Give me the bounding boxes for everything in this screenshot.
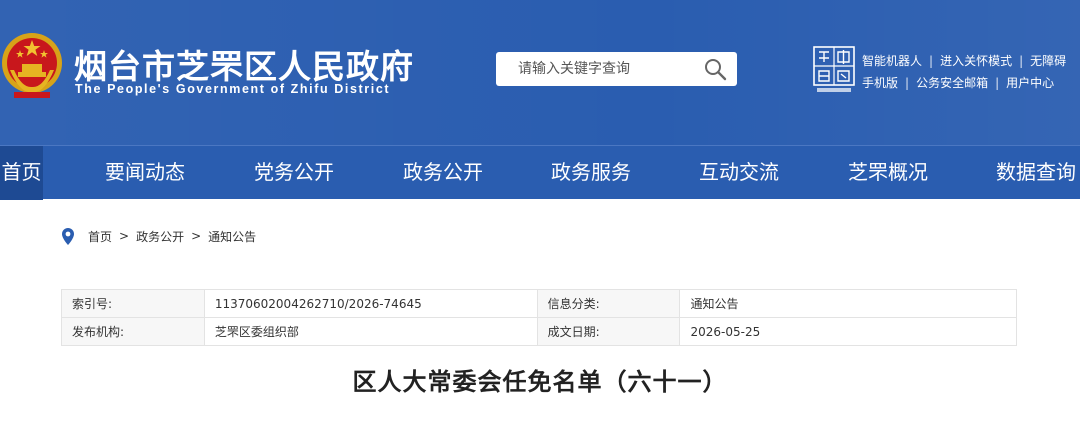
breadcrumb-home[interactable]: 首页 — [88, 228, 112, 245]
search-icon[interactable] — [703, 57, 729, 81]
nav-zhifu-overview[interactable]: 芝罘概况 — [838, 146, 938, 200]
main-nav: 首页 要闻动态 党务公开 政务公开 政务服务 互动交流 芝罘概况 数据查询 — [0, 145, 1080, 200]
user-center-link[interactable]: 用户中心 — [1006, 73, 1054, 93]
breadcrumb-notices[interactable]: 通知公告 — [208, 228, 256, 245]
top-links-row-2: 手机版 | 公务安全邮箱 | 用户中心 — [862, 72, 1080, 94]
breadcrumb-separator: > — [191, 229, 202, 243]
publisher-value: 芝罘区委组织部 — [203, 317, 538, 346]
info-table: 索引号: 11370602004262710/2026-74645 信息分类: … — [61, 289, 1017, 346]
nav-news[interactable]: 要闻动态 — [95, 146, 195, 200]
table-row: 索引号: 11370602004262710/2026-74645 信息分类: … — [61, 289, 1017, 318]
national-emblem-icon[interactable] — [0, 30, 64, 100]
nav-government-affairs[interactable]: 政务公开 — [393, 146, 493, 200]
accessibility-link[interactable]: 无障碍 — [1030, 51, 1066, 71]
nav-interaction[interactable]: 互动交流 — [689, 146, 789, 200]
smart-robot-link[interactable]: 智能机器人 — [862, 51, 922, 71]
search-box — [496, 52, 737, 86]
index-number-label: 索引号: — [61, 289, 205, 318]
top-links-row-1: 智能机器人 | 进入关怀模式 | 无障碍 — [862, 50, 1080, 72]
secure-mail-link[interactable]: 公务安全邮箱 — [916, 73, 988, 93]
publisher-label: 发布机构: — [61, 317, 205, 346]
nav-home[interactable]: 首页 — [0, 146, 43, 200]
care-mode-link[interactable]: 进入关怀模式 — [940, 51, 1012, 71]
breadcrumb-government-affairs[interactable]: 政务公开 — [136, 228, 184, 245]
nav-party-affairs[interactable]: 党务公开 — [244, 146, 344, 200]
location-pin-icon — [62, 227, 74, 245]
document-date-label: 成文日期: — [536, 317, 681, 346]
document-date-value: 2026-05-25 — [679, 317, 1017, 346]
nav-data-query[interactable]: 数据查询 — [986, 146, 1080, 200]
yantai-china-logo-icon — [813, 46, 855, 92]
search-input[interactable] — [496, 52, 696, 86]
breadcrumb: 首页 > 政务公开 > 通知公告 — [62, 227, 256, 245]
nav-government-services[interactable]: 政务服务 — [541, 146, 641, 200]
site-subtitle: The People's Government of Zhifu Distric… — [75, 82, 391, 96]
category-label: 信息分类: — [536, 289, 681, 318]
table-row: 发布机构: 芝罘区委组织部 成文日期: 2026-05-25 — [61, 317, 1017, 346]
site-header: 烟台市芝罘区人民政府 The People's Government of Zh… — [0, 0, 1080, 145]
index-number-value: 11370602004262710/2026-74645 — [203, 289, 538, 318]
top-links: 智能机器人 | 进入关怀模式 | 无障碍 手机版 | 公务安全邮箱 | 用户中心 — [862, 50, 1080, 94]
breadcrumb-separator: > — [119, 229, 130, 243]
site-title[interactable]: 烟台市芝罘区人民政府 — [74, 40, 414, 88]
category-value: 通知公告 — [679, 289, 1017, 318]
article-title: 区人大常委会任免名单（六十一） — [352, 368, 728, 396]
mobile-version-link[interactable]: 手机版 — [862, 73, 898, 93]
